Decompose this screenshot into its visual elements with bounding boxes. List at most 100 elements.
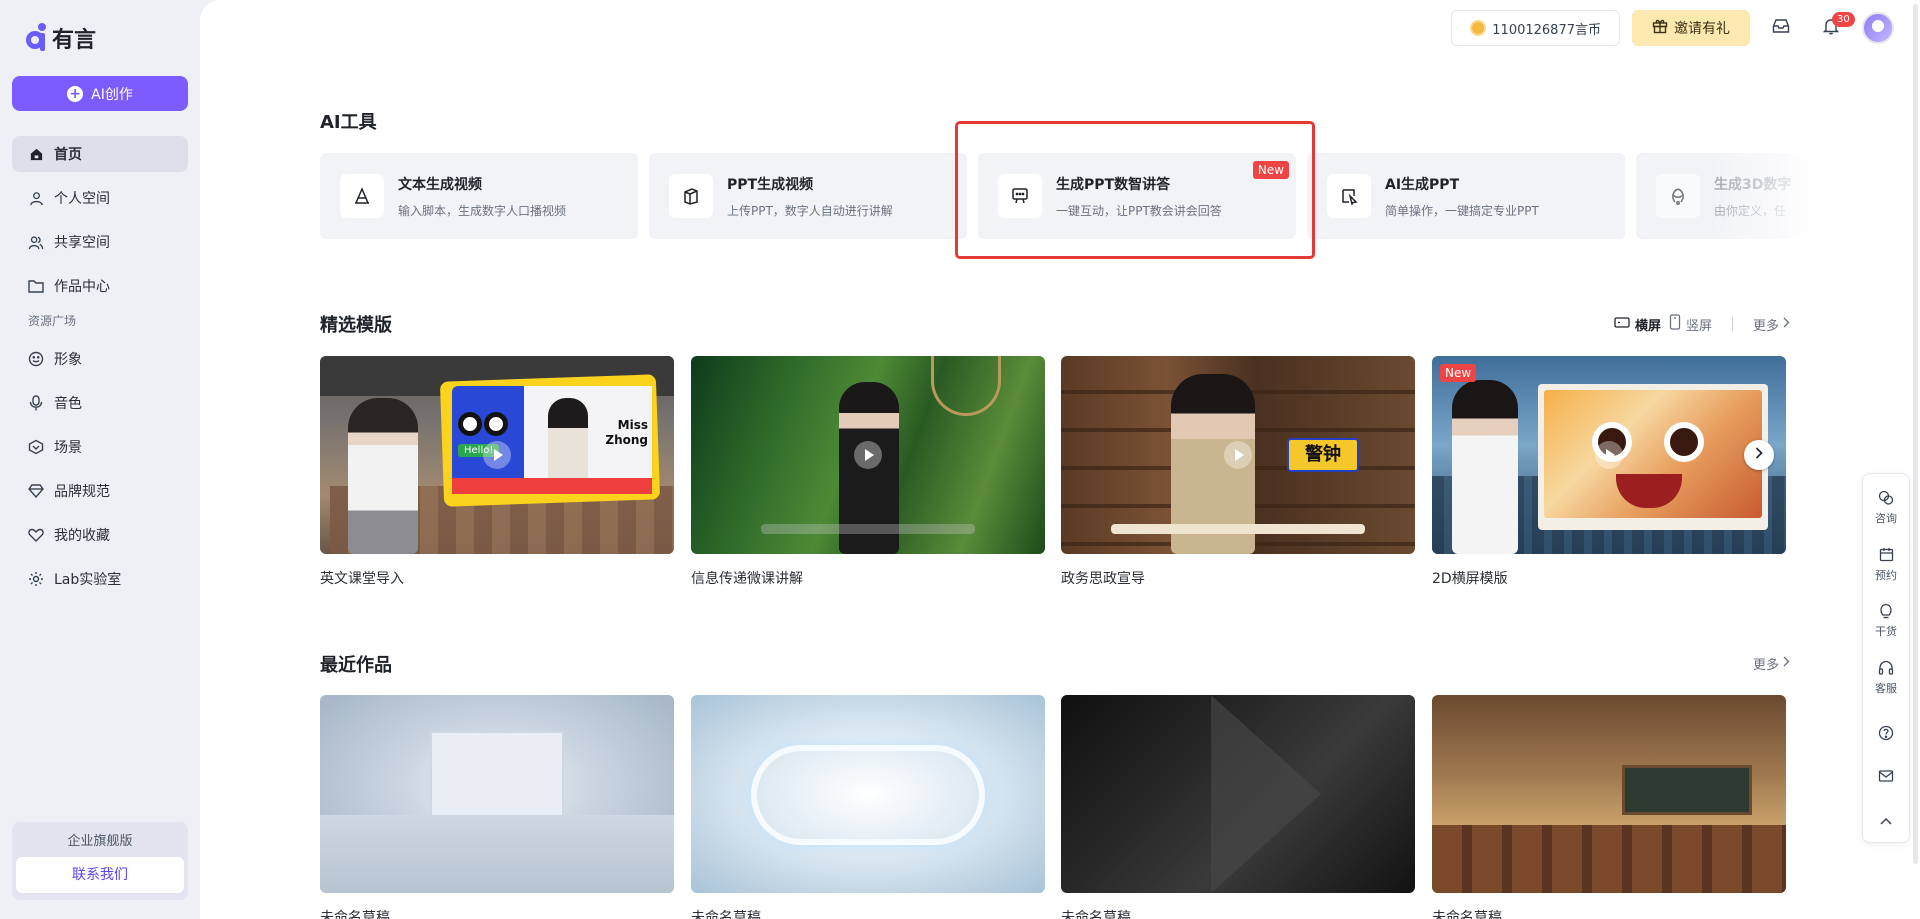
app-logo[interactable]: 有言 (26, 22, 96, 54)
templates-more-link[interactable]: 更多 (1753, 315, 1790, 334)
sidebar-item-label: 我的收藏 (54, 528, 110, 544)
sidebar: 有言 + AI创作 首页 个人空间 共享空间 作品中心 资源广场 形象 音色 场… (0, 0, 200, 919)
work-thumbnail (320, 695, 674, 893)
portrait-icon (1669, 314, 1681, 334)
recent-work-card[interactable]: 未命名草稿 (1061, 695, 1415, 919)
sidebar-item-personal-space[interactable]: 个人空间 (12, 180, 188, 216)
sidebar-item-label: 首页 (54, 147, 82, 163)
tool-desc: 简单操作，一键搞定专业PPT (1385, 203, 1539, 218)
resource-section-label: 资源广场 (28, 314, 77, 328)
template-caption: 英文课堂导入 (320, 571, 404, 587)
template-card[interactable]: New 2D横屏模版 (1432, 356, 1786, 588)
tool-desc: 一键互动，让PPT教会讲会回答 (1056, 203, 1222, 218)
chevron-right-icon (1755, 447, 1763, 463)
templates-title: 精选模版 (320, 315, 392, 336)
main-content: 1100126877言币 邀请有礼 30 AI工具 文本生成视频 输入脚本，生成… (200, 0, 1920, 919)
portrait-label: 竖屏 (1685, 318, 1712, 334)
3d-icon (1656, 174, 1700, 218)
recent-more-link[interactable]: 更多 (1753, 654, 1790, 673)
resources-button[interactable]: 干货 (1875, 601, 1897, 658)
user-icon (28, 190, 44, 206)
float-label: 客服 (1875, 681, 1897, 695)
logo-icon (26, 23, 48, 53)
ai-create-button[interactable]: + AI创作 (12, 76, 188, 111)
sidebar-item-brand-guidelines[interactable]: 品牌规范 (12, 473, 188, 509)
appointment-button[interactable]: 预约 (1875, 545, 1897, 602)
landscape-label: 横屏 (1634, 318, 1661, 334)
more-label: 更多 (1752, 318, 1779, 334)
recent-work-card[interactable]: 未命名草稿 (1432, 695, 1786, 919)
tool-desc: 输入脚本，生成数字人口播视频 (398, 203, 567, 218)
tool-card-3d-digital-human[interactable]: 生成3D数字 由你定义，任 (1636, 153, 1820, 239)
sidebar-item-works-center[interactable]: 作品中心 (12, 268, 188, 304)
help-button[interactable] (1878, 714, 1894, 757)
template-thumbnail (691, 356, 1045, 554)
more-label: 更多 (1752, 658, 1779, 673)
sidebar-item-lab[interactable]: Lab实验室 (12, 561, 188, 597)
coin-icon (1470, 20, 1487, 36)
work-thumbnail (691, 695, 1045, 893)
invite-button[interactable]: 邀请有礼 (1632, 10, 1750, 46)
work-caption: 未命名草稿 (320, 910, 390, 919)
chevron-right-icon (1783, 317, 1790, 332)
template-card[interactable]: Miss Zhong Hello! 英文课堂导入 (320, 356, 674, 588)
headset-icon (1876, 658, 1896, 678)
users-icon (28, 234, 44, 250)
inbox-icon (1772, 18, 1790, 38)
sidebar-item-home[interactable]: 首页 (12, 136, 188, 172)
customer-service-button[interactable]: 客服 (1875, 658, 1897, 715)
ai-tools-row: 文本生成视频 输入脚本，生成数字人口播视频 PPT生成视频 上传PPT，数字人自… (320, 153, 1820, 239)
sidebar-item-scene[interactable]: 场景 (12, 429, 188, 465)
question-icon (1878, 725, 1894, 745)
tool-card-text-to-video[interactable]: 文本生成视频 输入脚本，生成数字人口播视频 (320, 153, 638, 239)
sidebar-item-avatar-resource[interactable]: 形象 (12, 341, 188, 377)
tool-card-ai-ppt[interactable]: AI生成PPT 简单操作，一键搞定专业PPT (1307, 153, 1625, 239)
coin-balance-text: 1100126877言币 (1492, 22, 1601, 38)
sidebar-item-label: 品牌规范 (54, 484, 110, 500)
inbox-button[interactable] (1762, 10, 1800, 46)
template-thumbnail: 警钟 (1061, 356, 1415, 554)
consult-button[interactable]: 咨询 (1875, 488, 1897, 545)
template-thumbnail: New (1432, 356, 1786, 554)
user-avatar[interactable] (1862, 12, 1894, 44)
toolbar-divider (1731, 317, 1733, 331)
chevron-up-icon (1880, 813, 1892, 829)
sidebar-item-label: 个人空间 (54, 191, 110, 207)
tool-card-ppt-smart-qa[interactable]: 生成PPT数智讲答 一键互动，让PPT教会讲会回答 New (978, 153, 1296, 239)
contact-us-button[interactable]: 联系我们 (16, 857, 184, 893)
sidebar-item-favorites[interactable]: 我的收藏 (12, 517, 188, 553)
work-caption: 未命名草稿 (1432, 910, 1502, 919)
template-card[interactable]: 信息传递微课讲解 (691, 356, 1045, 588)
sidebar-item-label: 场景 (54, 440, 82, 456)
back-to-top-button[interactable] (1880, 799, 1892, 842)
sidebar-item-label: 形象 (54, 352, 82, 368)
chat-screen-icon (998, 174, 1042, 218)
template-caption: 2D横屏模版 (1432, 571, 1508, 587)
recent-work-card[interactable]: 未命名草稿 (691, 695, 1045, 919)
tool-title: 生成3D数字 (1714, 176, 1792, 193)
tool-card-ppt-to-video[interactable]: PPT生成视频 上传PPT，数字人自动进行讲解 (649, 153, 967, 239)
float-label: 预约 (1875, 568, 1897, 582)
message-button[interactable] (1878, 757, 1894, 800)
floating-help-panel: 咨询 预约 干货 客服 (1862, 473, 1910, 843)
carousel-next-button[interactable] (1744, 440, 1774, 470)
play-icon (854, 441, 882, 469)
thumb-title-text: Miss Zhong (605, 418, 648, 447)
landscape-toggle[interactable]: 横屏 (1614, 315, 1661, 334)
template-card[interactable]: 警钟 政务思政宣导 (1061, 356, 1415, 588)
sidebar-item-shared-space[interactable]: 共享空间 (12, 224, 188, 260)
smile-icon (28, 351, 44, 367)
play-icon (483, 441, 511, 469)
notifications-button[interactable]: 30 (1812, 10, 1855, 46)
page-scrollbar[interactable] (1913, 4, 1918, 864)
recent-work-card[interactable]: 未命名草稿 (320, 695, 674, 919)
coin-balance[interactable]: 1100126877言币 (1451, 10, 1620, 46)
tool-title: 文本生成视频 (398, 176, 482, 193)
float-label: 咨询 (1875, 512, 1897, 525)
sidebar-item-label: 共享空间 (54, 235, 110, 251)
play-icon (1224, 441, 1252, 469)
portrait-toggle[interactable]: 竖屏 (1669, 314, 1712, 334)
tool-desc: 上传PPT，数字人自动进行讲解 (727, 203, 893, 218)
scene-icon (28, 439, 44, 455)
sidebar-item-voice[interactable]: 音色 (12, 385, 188, 421)
